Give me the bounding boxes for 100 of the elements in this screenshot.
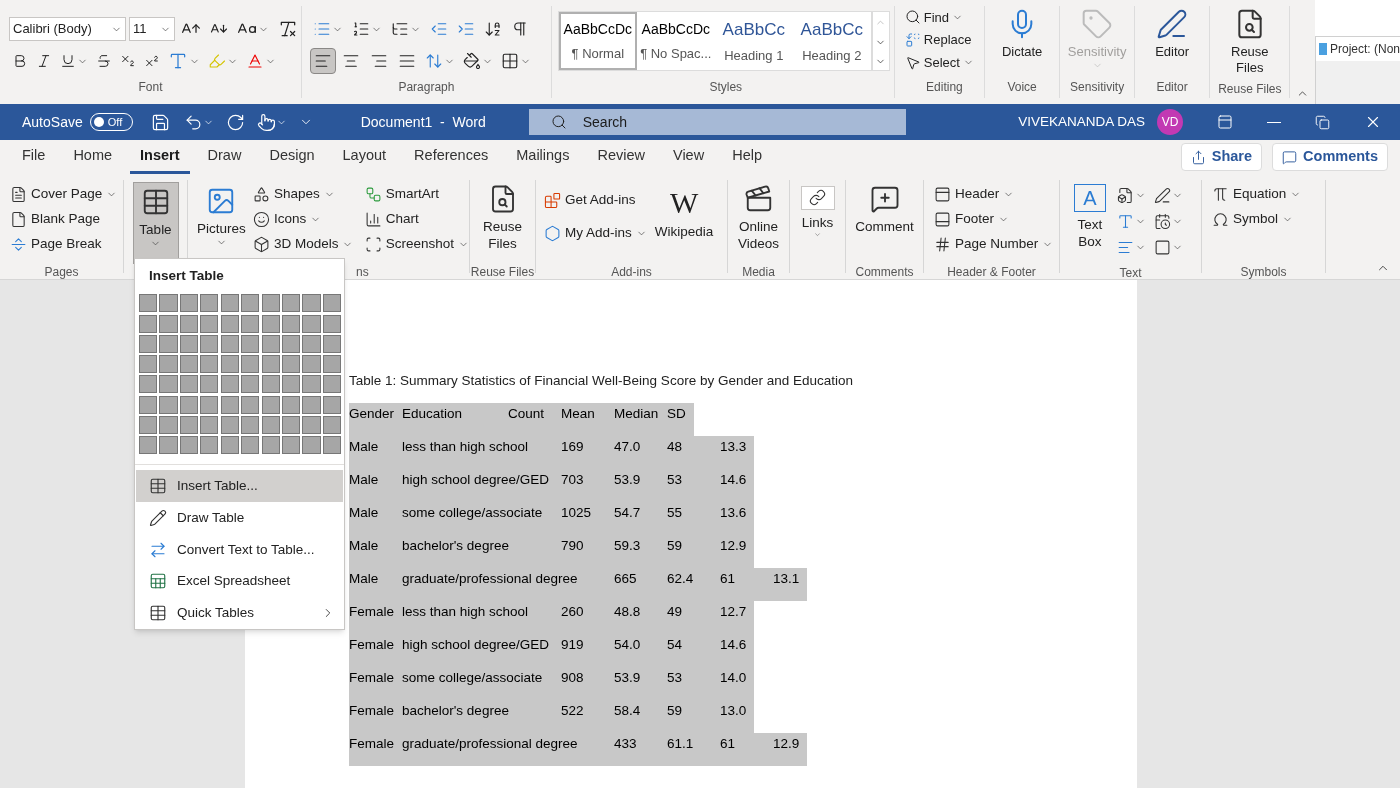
ribbon-button[interactable]: Icons bbox=[252, 207, 359, 232]
table-grid-cell[interactable] bbox=[139, 294, 158, 313]
table-grid-cell[interactable] bbox=[200, 314, 219, 333]
table-grid-cell[interactable] bbox=[302, 334, 321, 353]
ribbon-button[interactable]: Get Add-ins bbox=[544, 188, 647, 213]
table-grid-cell[interactable] bbox=[200, 436, 219, 455]
wikipedia-button[interactable]: W Wikipedia bbox=[654, 188, 714, 259]
share-button[interactable]: Share bbox=[1180, 143, 1263, 171]
table-grid-cell[interactable] bbox=[322, 436, 341, 455]
table-grid-cell[interactable] bbox=[159, 314, 178, 333]
ribbon-button[interactable]: Symbol bbox=[1212, 207, 1325, 232]
table-grid-cell[interactable] bbox=[261, 334, 280, 353]
menu-item[interactable]: Convert Text to Table... bbox=[136, 533, 343, 566]
table-grid-cell[interactable] bbox=[241, 355, 260, 374]
table-grid-cell[interactable] bbox=[139, 314, 158, 333]
ribbon-button[interactable]: SmartArt bbox=[364, 182, 469, 207]
ribbon-button[interactable]: Equation bbox=[1212, 182, 1325, 207]
table-grid-cell[interactable] bbox=[322, 294, 341, 313]
table-grid-cell[interactable] bbox=[220, 375, 239, 394]
table-grid-cell[interactable] bbox=[220, 355, 239, 374]
ribbon-button[interactable]: Page Break bbox=[10, 232, 123, 257]
ribbon-button[interactable]: Reuse Files bbox=[1220, 6, 1279, 76]
table-grid-cell[interactable] bbox=[139, 355, 158, 374]
ribbon-display-button[interactable] bbox=[1217, 114, 1233, 130]
table-grid-cell[interactable] bbox=[322, 314, 341, 333]
ribbon-button[interactable]: Screenshot bbox=[364, 232, 469, 257]
ribbon-button[interactable]: Page Number bbox=[934, 232, 1059, 257]
ribbon-tab[interactable]: Home bbox=[63, 140, 123, 174]
table-grid-cell[interactable] bbox=[261, 395, 280, 414]
table-grid-cell[interactable] bbox=[159, 355, 178, 374]
table-grid-cell[interactable] bbox=[220, 436, 239, 455]
table-grid-cell[interactable] bbox=[261, 436, 280, 455]
table-grid-cell[interactable] bbox=[200, 294, 219, 313]
table-grid-cell[interactable] bbox=[220, 294, 239, 313]
table-grid-cell[interactable] bbox=[220, 314, 239, 333]
editing-button[interactable]: Select bbox=[904, 51, 985, 74]
ribbon-tab[interactable]: Draw bbox=[197, 140, 252, 174]
editing-button[interactable]: Find bbox=[904, 6, 985, 29]
table-grid-cell[interactable] bbox=[282, 355, 301, 374]
table-grid-cell[interactable] bbox=[241, 375, 260, 394]
table-grid-cell[interactable] bbox=[159, 436, 178, 455]
ribbon-tab[interactable]: File bbox=[12, 140, 56, 174]
table-grid-cell[interactable] bbox=[200, 375, 219, 394]
table-grid-cell[interactable] bbox=[322, 375, 341, 394]
menu-item[interactable]: Insert Table... bbox=[136, 470, 343, 503]
touch-mode-button[interactable] bbox=[256, 112, 287, 132]
menu-item[interactable]: Draw Table bbox=[136, 502, 343, 534]
links-button[interactable]: Links bbox=[797, 182, 838, 238]
style-tile[interactable]: AaBbCc Heading 2 bbox=[792, 12, 871, 70]
table-grid-cell[interactable] bbox=[200, 355, 219, 374]
table-grid-cell[interactable] bbox=[241, 314, 260, 333]
table-grid-cell[interactable] bbox=[179, 294, 198, 313]
table-grid-cell[interactable] bbox=[261, 314, 280, 333]
ribbon-button[interactable]: Header bbox=[934, 182, 1059, 207]
ribbon-tab[interactable]: Layout bbox=[332, 140, 397, 174]
redo-button[interactable] bbox=[225, 112, 245, 132]
table-grid-cell[interactable] bbox=[200, 334, 219, 353]
table-grid-cell[interactable] bbox=[179, 355, 198, 374]
ribbon-button[interactable]: Shapes bbox=[252, 182, 359, 207]
style-tile[interactable]: AaBbCc Heading 1 bbox=[714, 12, 793, 70]
table-grid-cell[interactable] bbox=[241, 416, 260, 435]
ribbon-button[interactable]: Editor bbox=[1143, 6, 1202, 60]
style-tile[interactable]: AaBbCcDc ¶ Normal bbox=[558, 12, 637, 70]
table-grid-cell[interactable] bbox=[302, 436, 321, 455]
ribbon-button[interactable]: 3D Models bbox=[252, 232, 359, 257]
font-size-field[interactable]: 11 bbox=[129, 17, 175, 41]
restore-button[interactable] bbox=[1315, 114, 1330, 130]
ribbon-tab[interactable]: Review bbox=[587, 140, 655, 174]
menu-item[interactable]: Quick Tables bbox=[136, 597, 343, 629]
ribbon-button[interactable]: My Add-ins bbox=[544, 221, 647, 246]
table-grid-cell[interactable] bbox=[220, 334, 239, 353]
search-field[interactable]: Search bbox=[528, 109, 906, 135]
table-grid-cell[interactable] bbox=[159, 375, 178, 394]
table-grid-cell[interactable] bbox=[282, 294, 301, 313]
table-grid-cell[interactable] bbox=[200, 416, 219, 435]
table-grid-cell[interactable] bbox=[179, 395, 198, 414]
table-grid-cell[interactable] bbox=[302, 355, 321, 374]
comments-button[interactable]: Comments bbox=[1272, 143, 1388, 171]
table-grid-cell[interactable] bbox=[241, 334, 260, 353]
table-grid-cell[interactable] bbox=[322, 395, 341, 414]
table-grid-cell[interactable] bbox=[282, 395, 301, 414]
table-grid-cell[interactable] bbox=[282, 436, 301, 455]
pictures-button[interactable]: Pictures bbox=[196, 182, 247, 259]
menu-item[interactable]: Excel Spreadsheet bbox=[136, 565, 343, 598]
ribbon-tab[interactable]: View bbox=[663, 140, 715, 174]
table-grid-cell[interactable] bbox=[302, 314, 321, 333]
table-grid-cell[interactable] bbox=[282, 334, 301, 353]
table-grid-cell[interactable] bbox=[159, 395, 178, 414]
ribbon-tab[interactable]: References bbox=[404, 140, 499, 174]
style-tile[interactable]: AaBbCcDc ¶ No Spac... bbox=[636, 12, 715, 70]
comment-button[interactable]: Comment bbox=[852, 180, 917, 259]
table-grid-cell[interactable] bbox=[302, 395, 321, 414]
user-avatar[interactable]: VD bbox=[1157, 109, 1183, 135]
table-grid-cell[interactable] bbox=[261, 294, 280, 313]
font-name-field[interactable]: Calibri (Body) bbox=[9, 17, 126, 41]
ribbon-button[interactable]: Cover Page bbox=[10, 182, 123, 207]
ribbon-button[interactable]: Dictate bbox=[993, 6, 1052, 60]
table-grid-cell[interactable] bbox=[322, 334, 341, 353]
table-grid-cell[interactable] bbox=[159, 416, 178, 435]
ribbon-tab[interactable]: Design bbox=[259, 140, 325, 174]
